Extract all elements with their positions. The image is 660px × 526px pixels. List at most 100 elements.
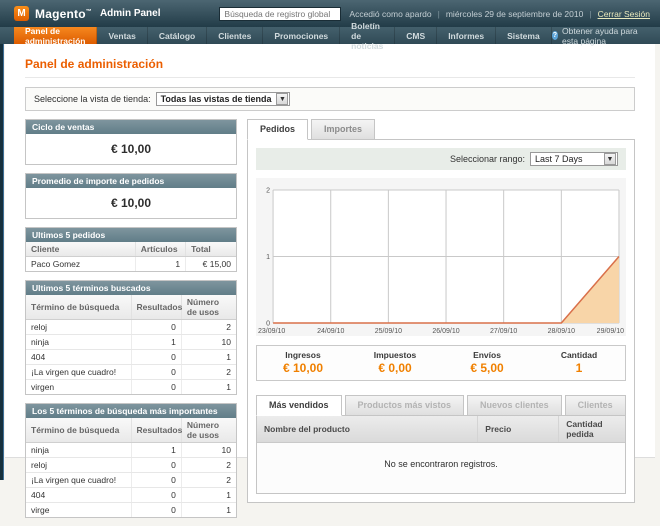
right-column: PedidosImportes Seleccionar rango: Last … xyxy=(247,119,635,503)
svg-text:29/09/10: 29/09/10 xyxy=(597,328,624,335)
empty-row: No se encontraron registros. xyxy=(257,443,625,494)
table-cell: 0 xyxy=(131,488,181,503)
lifetime-sales-card: Ciclo de ventas € 10,00 xyxy=(25,119,237,165)
svg-text:27/09/10: 27/09/10 xyxy=(490,328,517,335)
top-search-terms-card: Los 5 términos de búsqueda más important… xyxy=(25,403,237,518)
table-cell: € 15,00 xyxy=(186,257,236,272)
svg-text:25/09/10: 25/09/10 xyxy=(375,328,402,335)
table-cell: 2 xyxy=(181,473,236,488)
table-row: 40401 xyxy=(26,350,236,365)
last-orders-card: Ultimos 5 pedidos ClienteArtículosTotal … xyxy=(25,227,237,272)
main-nav: Panel de administraciónVentasCatálogoCli… xyxy=(0,27,660,44)
column-header: Término de búsqueda xyxy=(26,418,131,443)
column-header: Cantidad pedida xyxy=(559,416,625,443)
orders-area-chart: 01223/09/1024/09/1025/09/1026/09/1027/09… xyxy=(258,182,624,336)
nav-item-cat-logo[interactable]: Catálogo xyxy=(148,27,207,44)
tab-nuevos-clientes[interactable]: Nuevos clientes xyxy=(467,395,562,416)
main-content: Panel de administración Seleccione la vi… xyxy=(5,44,655,458)
empty-message: No se encontraron registros. xyxy=(257,443,625,494)
magento-logo: M Magento™ Admin Panel xyxy=(14,6,161,21)
trademark-symbol: ™ xyxy=(86,9,92,15)
table-cell: Paco Gomez xyxy=(26,257,135,272)
logout-link[interactable]: Cerrar Sesión xyxy=(598,9,650,19)
tab-importes[interactable]: Importes xyxy=(311,119,375,140)
card-title: Ultimos 5 términos buscados xyxy=(26,281,236,295)
table-cell: 1 xyxy=(181,350,236,365)
tab-clientes[interactable]: Clientes xyxy=(565,395,626,416)
svg-text:23/09/10: 23/09/10 xyxy=(258,328,285,335)
column-header: Nombre del producto xyxy=(257,416,478,443)
nav-item-promociones[interactable]: Promociones xyxy=(263,27,340,44)
chevron-down-icon: ▼ xyxy=(604,153,616,165)
store-view-select[interactable]: Todas las vistas de tienda ▼ xyxy=(156,92,291,106)
table-cell: 0 xyxy=(131,473,181,488)
logo-title: Magento™ xyxy=(35,7,92,21)
table-header-row: Término de búsquedaResultadosNúmero de u… xyxy=(26,295,236,320)
table-cell: reloj xyxy=(26,320,131,335)
table-cell: virge xyxy=(26,503,131,518)
table-cell: 1 xyxy=(135,257,185,272)
table-cell: 0 xyxy=(131,503,181,518)
table-cell: 1 xyxy=(181,380,236,395)
tab-m-s-vendidos[interactable]: Más vendidos xyxy=(256,395,342,416)
card-title: Promedio de importe de pedidos xyxy=(26,174,236,188)
help-label: Obtener ayuda para esta página xyxy=(562,26,648,46)
card-value: € 10,00 xyxy=(26,188,236,218)
nav-item-panel-de-administraci-n[interactable]: Panel de administración xyxy=(14,27,97,44)
stat-label: Cantidad xyxy=(533,350,625,360)
column-header: Número de usos xyxy=(181,418,236,443)
table-cell: 404 xyxy=(26,488,131,503)
svg-text:0: 0 xyxy=(266,321,270,328)
table-cell: 1 xyxy=(131,443,181,458)
help-link[interactable]: ? Obtener ayuda para esta página xyxy=(552,27,660,44)
table-row: ninja110 xyxy=(26,443,236,458)
table-header-row: ClienteArtículosTotal xyxy=(26,242,236,257)
chart-panel: Seleccionar rango: Last 7 Days ▼ 01223/0… xyxy=(247,139,635,503)
stat-value: € 0,00 xyxy=(349,361,441,375)
bestsellers-panel: Nombre del productoPrecioCantidad pedida… xyxy=(256,415,626,494)
orders-chart: 01223/09/1024/09/1025/09/1026/09/1027/09… xyxy=(256,178,626,336)
table-row: ¡La virgen que cuadro!02 xyxy=(26,473,236,488)
table-cell: 0 xyxy=(131,380,181,395)
last-search-terms-card: Ultimos 5 términos buscados Término de b… xyxy=(25,280,237,395)
table-cell: virgen xyxy=(26,380,131,395)
table-cell: 2 xyxy=(181,458,236,473)
table-cell: reloj xyxy=(26,458,131,473)
table-header-row: Nombre del productoPrecioCantidad pedida xyxy=(257,416,625,443)
column-header: Precio xyxy=(478,416,559,443)
chart-tabs: PedidosImportes xyxy=(247,119,635,139)
last-search-terms-table: Término de búsquedaResultadosNúmero de u… xyxy=(26,295,236,394)
current-date: miércoles 29 de septiembre de 2010 xyxy=(446,9,584,19)
stat-cantidad: Cantidad1 xyxy=(533,350,625,375)
nav-item-informes[interactable]: Informes xyxy=(437,27,496,44)
page-title: Panel de administración xyxy=(25,57,635,78)
table-row: ¡La virgen que cuadro!02 xyxy=(26,365,236,380)
tab-pedidos[interactable]: Pedidos xyxy=(247,119,308,140)
nav-item-ventas[interactable]: Ventas xyxy=(97,27,147,44)
store-switcher-bar: Seleccione la vista de tienda: Todas las… xyxy=(25,87,635,111)
dashboard-columns: Ciclo de ventas € 10,00 Promedio de impo… xyxy=(25,119,635,526)
column-header: Total xyxy=(186,242,236,257)
separator: | xyxy=(589,9,591,19)
table-cell: 0 xyxy=(131,350,181,365)
nav-item-cms[interactable]: CMS xyxy=(395,27,437,44)
tab-productos-m-s-vistos[interactable]: Productos más vistos xyxy=(345,395,465,416)
range-value: Last 7 Days xyxy=(531,154,603,164)
magento-logo-icon: M xyxy=(14,6,29,21)
table-cell: 1 xyxy=(131,335,181,350)
nav-item-bolet-n-de-noticias[interactable]: Boletín de noticias xyxy=(340,27,395,44)
column-header: Artículos xyxy=(135,242,185,257)
nav-item-sistema[interactable]: Sistema xyxy=(496,27,552,44)
stat-envíos: Envíos€ 5,00 xyxy=(441,350,533,375)
logged-in-text: Accedió como apardo xyxy=(349,9,431,19)
table-cell: 0 xyxy=(131,458,181,473)
global-search-input[interactable] xyxy=(219,7,341,21)
range-select[interactable]: Last 7 Days ▼ xyxy=(530,152,618,166)
nav-item-clientes[interactable]: Clientes xyxy=(207,27,263,44)
header-bar: M Magento™ Admin Panel Accedió como apar… xyxy=(0,0,660,27)
card-title: Los 5 términos de búsqueda más important… xyxy=(26,404,236,418)
table-cell: 1 xyxy=(181,503,236,518)
table-cell: 10 xyxy=(181,443,236,458)
table-cell: 0 xyxy=(131,365,181,380)
store-view-value: Todas las vistas de tienda xyxy=(157,94,276,104)
